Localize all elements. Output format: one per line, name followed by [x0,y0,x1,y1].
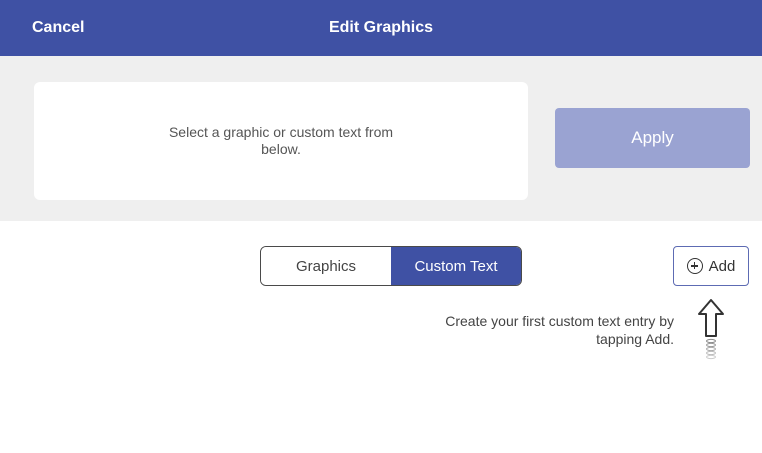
page-title: Edit Graphics [328,19,434,36]
preview-message: Select a graphic or custom text from bel… [168,124,394,157]
add-button-label: Add [708,257,736,275]
up-arrow-icon [698,299,724,360]
add-button[interactable]: Add [673,246,749,286]
plus-circle-icon [686,258,703,274]
preview-panel: Select a graphic or custom text from bel… [0,56,762,221]
tab-custom-text[interactable]: Custom Text [391,247,521,285]
graphic-preview-box: Select a graphic or custom text from bel… [34,82,528,200]
header-bar: Cancel Edit Graphics [0,0,762,56]
empty-state-hint: Create your first custom text entry by t… [445,313,674,347]
graphics-text-toggle: Graphics Custom Text [260,246,522,286]
tab-graphics[interactable]: Graphics [261,247,391,285]
apply-button[interactable]: Apply [555,108,750,168]
